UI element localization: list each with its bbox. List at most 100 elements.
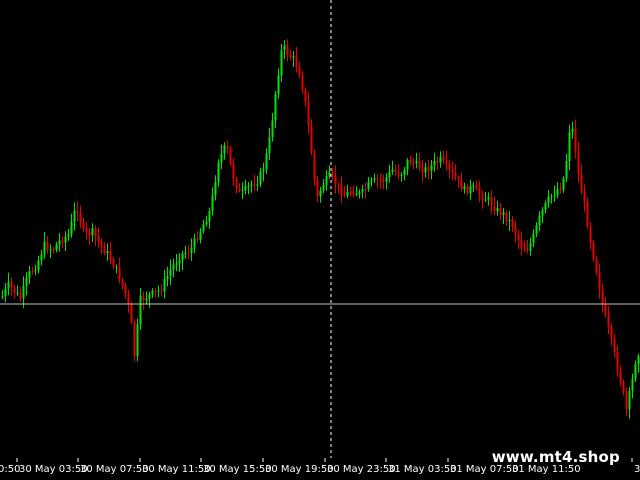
candle-body <box>472 185 475 187</box>
candle <box>607 305 610 335</box>
candle-body <box>22 285 25 299</box>
candle-body <box>76 210 79 213</box>
candle-body <box>73 210 76 222</box>
candle <box>583 184 586 212</box>
candle <box>370 177 373 187</box>
candle-body <box>133 322 136 356</box>
candle <box>130 301 133 325</box>
candle-body <box>418 161 421 169</box>
candle <box>295 46 298 73</box>
candle-body <box>85 227 88 232</box>
candle <box>226 140 229 155</box>
candle-body <box>259 171 262 185</box>
candle <box>160 284 163 297</box>
price-chart[interactable]: 0:5030 May 03:5030 May 07:5030 May 11:50… <box>0 0 640 480</box>
candle-body <box>238 188 241 191</box>
candle-body <box>295 56 298 67</box>
candle-body <box>211 195 214 212</box>
candle-body <box>331 172 334 176</box>
candle <box>373 173 376 184</box>
candle <box>508 211 511 231</box>
candle-body <box>592 242 595 259</box>
candle-body <box>190 247 193 254</box>
candle-body <box>517 234 520 241</box>
candle-body <box>352 192 355 195</box>
candle <box>136 318 139 362</box>
candle-body <box>280 50 283 76</box>
candle <box>169 259 172 286</box>
candle-body <box>139 296 142 325</box>
candle-body <box>94 228 97 237</box>
candle-body <box>373 178 376 181</box>
candle-body <box>265 153 268 170</box>
candle <box>346 184 349 199</box>
candle-body <box>181 253 184 261</box>
candle-body <box>568 132 571 162</box>
candle <box>511 216 514 232</box>
candle <box>349 186 352 197</box>
candle <box>385 173 388 190</box>
candle-body <box>97 236 100 242</box>
candle-body <box>478 188 481 195</box>
candle-body <box>58 240 61 245</box>
candle <box>388 164 391 183</box>
candle <box>610 323 613 346</box>
candle <box>43 232 46 259</box>
candle-body <box>127 294 130 305</box>
candle <box>448 159 451 179</box>
candle-body <box>487 197 490 200</box>
candle-body <box>214 182 217 196</box>
candle <box>193 233 196 254</box>
candle-body <box>103 246 106 254</box>
candle <box>25 272 28 296</box>
candle <box>412 157 415 170</box>
candle <box>115 264 118 274</box>
candle-body <box>598 272 601 291</box>
candle <box>13 284 16 299</box>
candle <box>397 164 400 180</box>
candle <box>88 227 91 245</box>
candle-body <box>463 186 466 190</box>
candle-body <box>400 174 403 176</box>
candle-body <box>304 89 307 103</box>
candle <box>121 277 124 290</box>
candle <box>628 387 631 419</box>
candle <box>100 238 103 255</box>
candle-body <box>223 145 226 154</box>
candle-body <box>376 178 379 180</box>
candle-body <box>625 392 628 410</box>
candle-body <box>91 228 94 236</box>
candle <box>316 175 319 203</box>
candle-body <box>415 161 418 164</box>
candle-body <box>607 314 610 328</box>
candle <box>601 284 604 313</box>
candle-body <box>520 240 523 248</box>
candle <box>232 158 235 186</box>
candle-body <box>505 212 508 222</box>
candle <box>337 182 340 194</box>
candle-body <box>283 45 286 51</box>
candle-body <box>202 224 205 232</box>
candle-body <box>112 260 115 267</box>
candle-body <box>526 249 529 251</box>
candle <box>274 91 277 129</box>
candle-body <box>595 258 598 273</box>
candle <box>37 255 40 274</box>
candle-body <box>565 161 568 179</box>
candle <box>355 186 358 197</box>
candle <box>421 160 424 182</box>
candle-body <box>145 298 148 301</box>
time-tick-label: 30 May 23:50 <box>327 464 396 475</box>
candle <box>139 288 142 330</box>
candle-body <box>208 211 211 222</box>
candle <box>244 179 247 195</box>
candle <box>205 215 208 227</box>
candle-body <box>484 199 487 201</box>
candle <box>427 159 430 180</box>
candle-body <box>64 236 67 243</box>
candle-body <box>613 338 616 352</box>
candle <box>613 334 616 358</box>
candle-body <box>391 169 394 172</box>
candle <box>76 201 79 222</box>
candle-body <box>583 191 586 202</box>
